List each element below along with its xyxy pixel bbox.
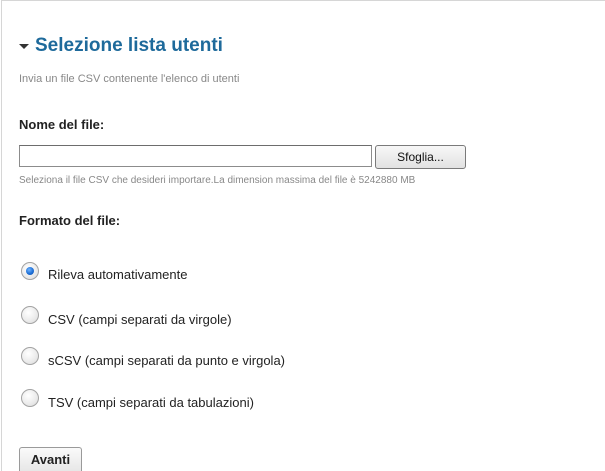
radio-option-scsv[interactable]: sCSV (campi separati da punto e virgola) (21, 344, 285, 368)
radio-label: sCSV (campi separati da punto e virgola) (48, 352, 286, 368)
radio-option-auto-detect[interactable]: Rileva automativamente (21, 259, 187, 283)
section-header[interactable]: Selezione lista utenti (18, 35, 223, 57)
radio-option-tsv[interactable]: TSV (campi separati da tabulazioni) (21, 386, 254, 410)
radio-label: Rileva automativamente (48, 266, 188, 282)
section-title: Selezione lista utenti (35, 35, 223, 56)
radio-label: TSV (campi separati da tabulazioni) (48, 394, 254, 410)
file-path-input[interactable] (19, 145, 372, 167)
file-name-label: Nome del file: (19, 117, 105, 132)
browse-button[interactable]: Sfoglia... (375, 145, 466, 169)
radio-button-selected-icon[interactable] (21, 262, 39, 280)
radio-option-csv[interactable]: CSV (campi separati da virgole) (21, 303, 232, 327)
radio-button-icon[interactable] (21, 306, 39, 324)
collapse-triangle-icon[interactable] (18, 40, 30, 52)
next-button[interactable]: Avanti (19, 447, 82, 471)
radio-button-icon[interactable] (21, 347, 39, 365)
radio-label: CSV (campi separati da virgole) (48, 311, 232, 327)
section-description: Invia un file CSV contenente l'elenco di… (19, 73, 240, 85)
file-format-label: Formato del file: (19, 213, 121, 228)
file-hint-text: Seleziona il file CSV che desideri impor… (19, 175, 416, 186)
user-list-panel: Selezione lista utenti Invia un file CSV… (1, 0, 605, 471)
radio-button-icon[interactable] (21, 389, 39, 407)
